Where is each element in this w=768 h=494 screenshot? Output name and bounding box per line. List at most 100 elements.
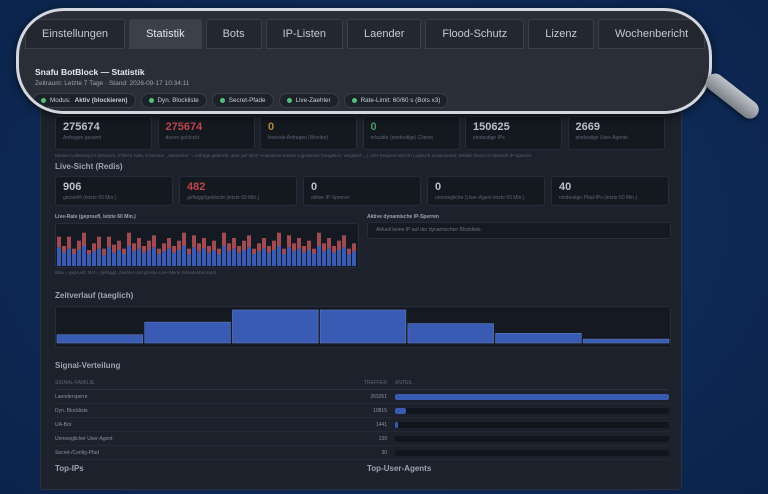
tab-laender[interactable]: Laender	[347, 19, 422, 49]
live-bar-checked	[352, 251, 356, 266]
signals-title: Signal-Verteilung	[55, 361, 121, 370]
status-dot-icon	[41, 98, 46, 103]
status-pill-label: Dyn. Blockliste	[157, 97, 199, 104]
live-bar-flagged	[247, 235, 251, 248]
live-bar-checked	[207, 252, 211, 266]
dyn-ip-empty: Aktuell keine IP auf der dynamischen Blo…	[367, 222, 671, 239]
live-bar-flagged	[67, 236, 71, 249]
live-bar-checked	[152, 247, 156, 266]
live-bar-checked	[167, 248, 171, 266]
live-card: 482 geflaggt/geblockt (letzte 60 Min.)	[179, 176, 297, 206]
live-bar-checked	[72, 254, 76, 266]
status-dot-icon	[148, 98, 154, 103]
signal-share-bar	[395, 449, 669, 456]
live-bar-checked	[237, 252, 241, 266]
live-value: 40	[559, 181, 572, 193]
live-rate-svg	[57, 232, 356, 266]
live-bar-flagged	[232, 238, 236, 249]
live-bar-checked	[212, 250, 216, 266]
live-bar-checked	[232, 248, 236, 266]
tab-statistik[interactable]: Statistik	[129, 19, 202, 49]
live-bar-flagged	[157, 248, 161, 254]
live-bar-checked	[312, 254, 316, 266]
tab-einstellungen[interactable]: Einstellungen	[25, 19, 126, 49]
live-bar-checked	[197, 251, 201, 266]
mode-note: Modus-Aufteilung im Zeitraum: 275674 Akt…	[55, 153, 533, 158]
tab-bar: Einstellungen Statistik Bots IP-Listen Laend…	[25, 19, 709, 49]
live-bar-checked	[127, 246, 131, 266]
live-bar-checked	[182, 246, 186, 266]
tab-lizenz[interactable]: Lizenz	[528, 19, 594, 49]
summary-value: 275674	[165, 121, 203, 133]
mode-value: Aktiv (blockieren)	[74, 97, 128, 104]
live-bar-checked	[227, 251, 231, 266]
live-bar-checked	[277, 246, 281, 266]
live-bar-flagged	[307, 240, 311, 250]
summary-value: 2669	[575, 121, 600, 133]
live-bar-flagged	[277, 232, 281, 246]
live-bar-flagged	[327, 238, 331, 249]
live-bar-flagged	[97, 236, 101, 249]
tab-bots[interactable]: Bots	[205, 19, 262, 49]
dyn-ip-title: Aktive dynamische IP-Sperren	[367, 214, 439, 220]
summary-value: 0	[370, 121, 377, 133]
summary-card: 150625 eindeutige IPs	[465, 116, 562, 150]
live-bar-flagged	[222, 232, 226, 246]
live-bar-flagged	[227, 243, 231, 252]
live-label: geflaggt/geblockt (letzte 60 Min.)	[187, 195, 260, 201]
signal-count: 1441	[375, 421, 387, 428]
summary-label: davon geblockt	[165, 135, 200, 141]
timeline-title: Zeitverlauf (taeglich)	[55, 291, 134, 300]
live-bar-checked	[322, 251, 326, 266]
summary-card: 0 erlaubte (eindeutige) Clients	[362, 116, 460, 150]
live-bar-checked	[112, 252, 116, 266]
signal-count: 139	[378, 435, 387, 442]
signal-name: Dyn. Blockliste	[55, 407, 88, 414]
tab-wochenbericht[interactable]: Wochenbericht	[598, 19, 706, 49]
live-bar-flagged	[337, 240, 341, 250]
live-bar-flagged	[257, 243, 261, 252]
live-rate-chart	[55, 223, 359, 268]
status-pill: Rate-Limit: 60/60 s (Bots x3)	[343, 93, 449, 108]
col-share: ANTEIL	[395, 379, 413, 386]
status-pill: Dyn. Blockliste	[140, 93, 207, 108]
summary-value: 275674	[63, 121, 100, 133]
tab-ip-listen[interactable]: IP-Listen	[265, 19, 344, 49]
tab-flood-schutz[interactable]: Flood-Schutz	[425, 19, 525, 49]
summary-label: Anfragen gesamt	[63, 135, 102, 141]
live-bar-flagged	[187, 248, 191, 254]
live-rate-title: Live-Rate (gepruefl, letzte 60 Min.)	[55, 214, 136, 220]
live-bar-checked	[317, 246, 321, 266]
live-bar-flagged	[142, 246, 146, 253]
live-bar-flagged	[72, 248, 76, 254]
signal-share-bar	[395, 435, 669, 442]
live-bar-checked	[262, 248, 266, 266]
status-pill: Secret-Pfade	[211, 93, 274, 108]
signals-table: SIGNAL-FAMILIE TREFFER ANTEIL Laenderspe…	[55, 376, 669, 460]
live-bar-flagged	[117, 240, 121, 250]
summary-card: 275674 davon geblockt	[157, 116, 255, 150]
summary-card: 2669 eindeutige User-Agents	[567, 116, 665, 150]
live-bar-checked	[172, 252, 176, 266]
live-bar-flagged	[172, 246, 176, 253]
signal-name: Secret-/Config-Pfad	[55, 449, 99, 456]
live-bar-flagged	[292, 243, 296, 252]
summary-label: eindeutige User-Agents	[575, 135, 628, 141]
timeline-bar	[583, 338, 670, 344]
live-bar-checked	[92, 251, 96, 266]
live-bar-flagged	[137, 238, 141, 249]
summary-value: 150625	[473, 121, 510, 133]
live-bar-checked	[257, 251, 261, 266]
signals-header: SIGNAL-FAMILIE TREFFER ANTEIL	[55, 376, 669, 390]
status-pill: Live-Zaehler	[278, 93, 339, 108]
live-bar-flagged	[197, 243, 201, 252]
timeline-svg	[56, 309, 670, 344]
live-bar-checked	[87, 254, 91, 266]
live-bar-flagged	[317, 232, 321, 246]
summary-value: 0	[268, 121, 275, 133]
timeline-bar	[144, 321, 231, 344]
live-label: aktive IP-Sperren	[311, 195, 350, 201]
live-card: 0 unmoegliche (User-Agent letzte 60 Min.)	[427, 176, 545, 206]
live-bar-checked	[107, 247, 111, 266]
live-bar-checked	[157, 254, 161, 266]
